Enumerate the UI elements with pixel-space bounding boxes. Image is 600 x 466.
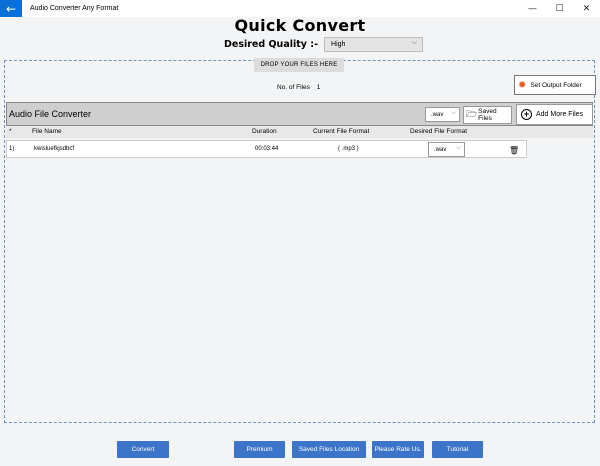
saved-files-button[interactable]: 🗁 Saved Files bbox=[463, 106, 512, 124]
quality-value: High bbox=[331, 41, 346, 48]
header-current-format: Current File Format bbox=[313, 128, 370, 135]
set-output-folder-button[interactable]: ✹ Set Output Folder bbox=[514, 75, 596, 95]
table-header: * File Name Duration Current File Format… bbox=[6, 126, 593, 138]
quality-dropdown[interactable]: High ⌵ bbox=[324, 37, 424, 52]
quality-label: Desired Quality :- bbox=[224, 39, 319, 50]
page-title: Quick Convert bbox=[234, 16, 366, 35]
minimize-icon[interactable]: — bbox=[519, 0, 546, 17]
chevron-down-icon: ⌵ bbox=[451, 109, 456, 116]
global-format-value: .wav bbox=[431, 111, 444, 118]
close-icon[interactable]: ✕ bbox=[573, 0, 600, 17]
files-count: No. of Files 1 bbox=[277, 84, 320, 91]
row-index: 1) bbox=[9, 146, 15, 152]
trash-icon[interactable]: 🗑 bbox=[509, 146, 519, 155]
title-bar: ← Audio Converter Any Format — ☐ ✕ bbox=[0, 0, 600, 17]
saved-files-label: Saved Files bbox=[478, 108, 497, 122]
app-title: Audio Converter Any Format bbox=[30, 5, 119, 12]
converter-toolbar: Audio File Converter .wav ⌵ 🗁 Saved File… bbox=[6, 102, 593, 126]
plus-circle-icon: + bbox=[521, 109, 532, 120]
gear-icon: ✹ bbox=[518, 79, 527, 91]
back-button[interactable]: ← bbox=[0, 0, 22, 17]
files-count-value: 1 bbox=[316, 84, 321, 91]
header-index: * bbox=[9, 128, 12, 135]
header-desired-format: Desired File Format bbox=[410, 128, 468, 135]
header-file-name: File Name bbox=[32, 128, 62, 135]
folder-icon: 🗁 bbox=[466, 110, 478, 120]
premium-button[interactable]: Premium bbox=[234, 441, 285, 458]
maximize-icon[interactable]: ☐ bbox=[546, 0, 573, 17]
add-more-files-label: Add More Files bbox=[536, 111, 584, 118]
row-format-dropdown[interactable]: .wav ⌵ bbox=[428, 142, 465, 157]
files-count-label: No. of Files bbox=[277, 84, 310, 91]
table-row: 1) kwisluefkjsdbcf 00:03:44 ( .mp3 ) .wa… bbox=[6, 140, 527, 158]
header-duration: Duration bbox=[252, 128, 277, 135]
convert-button[interactable]: Convert bbox=[117, 441, 169, 458]
row-file-name: kwisluefkjsdbcf bbox=[34, 146, 75, 152]
rate-us-button[interactable]: Please Rate Us. bbox=[372, 441, 424, 458]
set-output-folder-label: Set Output Folder bbox=[530, 81, 582, 89]
back-arrow-icon: ← bbox=[5, 1, 17, 16]
tutorial-button[interactable]: Tutorial bbox=[432, 441, 483, 458]
window-controls: — ☐ ✕ bbox=[519, 0, 600, 17]
chevron-down-icon: ⌵ bbox=[456, 144, 461, 151]
drop-files-button[interactable]: DROP YOUR FILES HERE bbox=[254, 58, 344, 72]
add-more-files-button[interactable]: + Add More Files bbox=[516, 104, 593, 125]
row-current-format: ( .mp3 ) bbox=[338, 146, 359, 152]
quality-row: Desired Quality :- High ⌵ bbox=[224, 37, 424, 52]
chevron-down-icon: ⌵ bbox=[411, 39, 418, 46]
global-format-dropdown[interactable]: .wav ⌵ bbox=[425, 107, 460, 122]
row-format-value: .wav bbox=[434, 146, 447, 153]
converter-title: Audio File Converter bbox=[9, 109, 92, 119]
row-duration: 00:03:44 bbox=[255, 146, 279, 152]
saved-files-location-button[interactable]: Saved Files Location bbox=[292, 441, 366, 458]
